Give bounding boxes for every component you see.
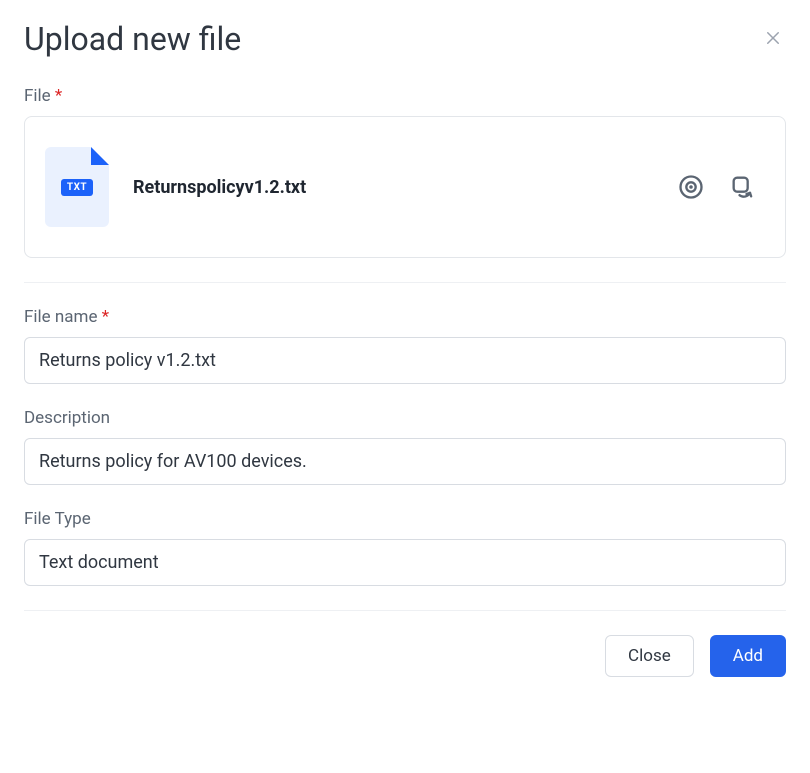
file-label-text: File (24, 86, 51, 106)
file-type-icon: TXT (45, 147, 109, 227)
replace-icon[interactable] (729, 173, 757, 201)
description-label: Description (24, 408, 786, 428)
file-type-section: File Type (24, 509, 786, 586)
file-display-name: Returnspolicyv1.2.txt (133, 177, 653, 198)
file-type-label: File Type (24, 509, 786, 529)
required-mark: * (55, 86, 62, 106)
preview-icon[interactable] (677, 173, 705, 201)
file-section: File * TXT Returnspolicyv1.2.txt (24, 86, 786, 258)
file-name-label-text: File name (24, 307, 97, 327)
close-button[interactable]: Close (605, 635, 694, 677)
description-input[interactable] (24, 438, 786, 485)
file-label: File * (24, 86, 786, 106)
file-ext-badge: TXT (61, 179, 93, 196)
add-button[interactable]: Add (710, 635, 786, 677)
file-name-section: File name * (24, 307, 786, 384)
dialog-title: Upload new file (24, 20, 241, 58)
file-panel: TXT Returnspolicyv1.2.txt (24, 116, 786, 258)
separator (24, 282, 786, 283)
dialog-header: Upload new file (24, 20, 786, 58)
description-section: Description (24, 408, 786, 485)
file-name-input[interactable] (24, 337, 786, 384)
file-name-label: File name * (24, 307, 786, 327)
dialog-footer: Close Add (24, 610, 786, 677)
required-mark: * (102, 307, 109, 327)
close-icon[interactable] (760, 25, 786, 54)
file-actions (677, 173, 757, 201)
file-type-input[interactable] (24, 539, 786, 586)
